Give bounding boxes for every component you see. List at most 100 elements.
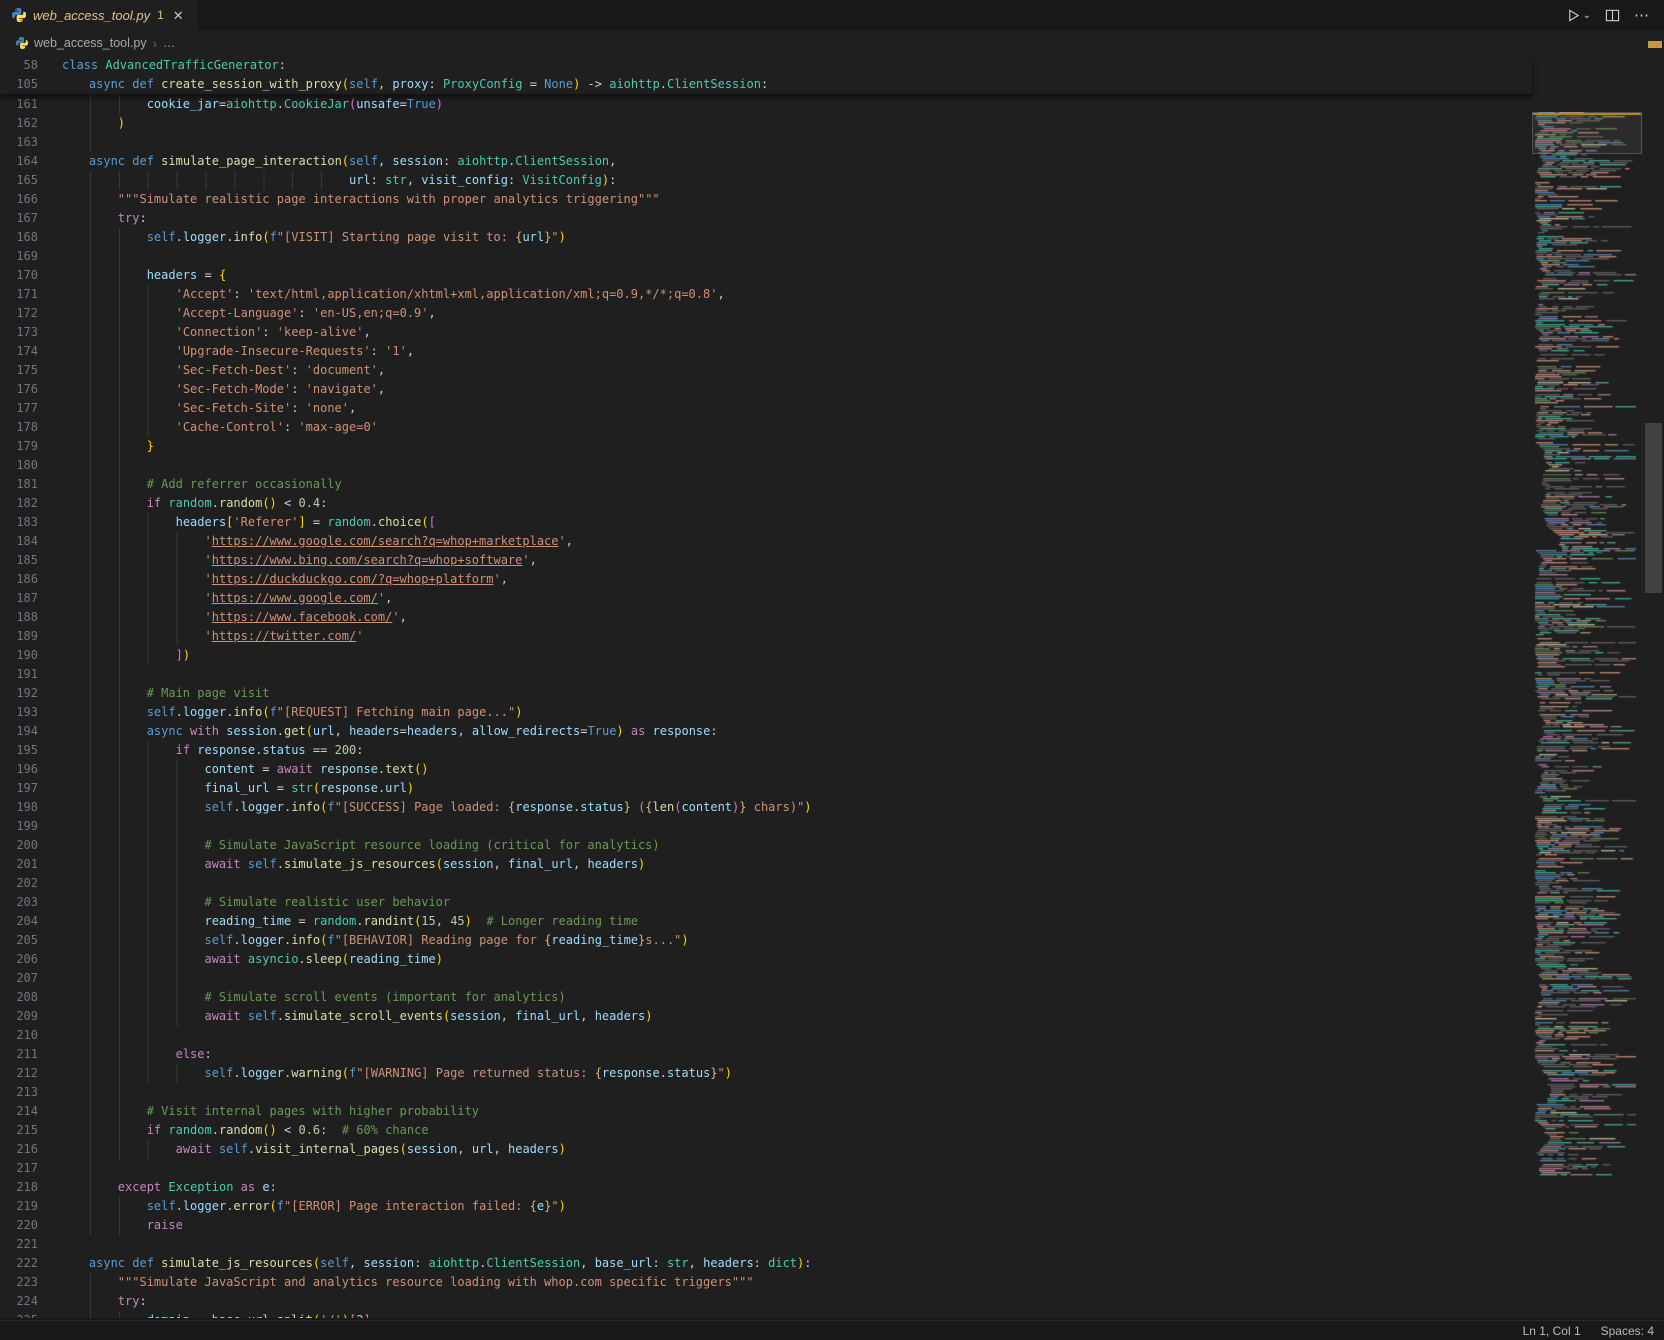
line-number[interactable]: 205	[0, 931, 38, 950]
line-number[interactable]: 187	[0, 589, 38, 608]
line-number[interactable]: 212	[0, 1064, 38, 1083]
code-line[interactable]: 105async def create_session_with_proxy(s…	[0, 75, 1532, 94]
line-number[interactable]: 191	[0, 665, 38, 684]
code-line[interactable]: 211else:	[0, 1045, 1532, 1064]
line-number[interactable]: 169	[0, 247, 38, 266]
line-number[interactable]: 202	[0, 874, 38, 893]
code-line[interactable]: 184'https://www.google.com/search?q=whop…	[0, 532, 1532, 551]
line-number[interactable]: 199	[0, 817, 38, 836]
line-number[interactable]: 181	[0, 475, 38, 494]
line-number[interactable]: 164	[0, 152, 38, 171]
line-number[interactable]: 203	[0, 893, 38, 912]
code-line[interactable]: 220raise	[0, 1216, 1532, 1235]
line-number[interactable]: 194	[0, 722, 38, 741]
line-number[interactable]: 217	[0, 1159, 38, 1178]
code-line[interactable]: 191	[0, 665, 1532, 684]
code-line[interactable]: 202	[0, 874, 1532, 893]
line-number[interactable]: 210	[0, 1026, 38, 1045]
line-number[interactable]: 186	[0, 570, 38, 589]
line-number[interactable]: 220	[0, 1216, 38, 1235]
code-line[interactable]: 221	[0, 1235, 1532, 1254]
line-number[interactable]: 172	[0, 304, 38, 323]
line-number[interactable]: 196	[0, 760, 38, 779]
code-line[interactable]: 219self.logger.error(f"[ERROR] Page inte…	[0, 1197, 1532, 1216]
code-line[interactable]: 161cookie_jar=aiohttp.CookieJar(unsafe=T…	[0, 95, 1532, 114]
line-number[interactable]: 188	[0, 608, 38, 627]
status-indentation[interactable]: Spaces: 4	[1601, 1324, 1654, 1338]
code-line[interactable]: 212self.logger.warning(f"[WARNING] Page …	[0, 1064, 1532, 1083]
code-line[interactable]: 213	[0, 1083, 1532, 1102]
code-line[interactable]: 210	[0, 1026, 1532, 1045]
code-line[interactable]: 222async def simulate_js_resources(self,…	[0, 1254, 1532, 1273]
minimap[interactable]	[1532, 112, 1642, 1298]
tab-web-access-tool[interactable]: web_access_tool.py 1 ✕	[0, 0, 197, 30]
code-line[interactable]: 190])	[0, 646, 1532, 665]
code-line[interactable]: 185'https://www.bing.com/search?q=whop+s…	[0, 551, 1532, 570]
code-line[interactable]: 223"""Simulate JavaScript and analytics …	[0, 1273, 1532, 1292]
code-line[interactable]: 204reading_time = random.randint(15, 45)…	[0, 912, 1532, 931]
code-line[interactable]: 192# Main page visit	[0, 684, 1532, 703]
code-line[interactable]: 164async def simulate_page_interaction(s…	[0, 152, 1532, 171]
line-number[interactable]: 214	[0, 1102, 38, 1121]
code-line[interactable]: 180	[0, 456, 1532, 475]
sticky-scroll[interactable]: 58class AdvancedTrafficGenerator:105asyn…	[0, 56, 1532, 95]
url-link[interactable]: https://www.google.com/search?q=whop+mar…	[212, 534, 559, 548]
code-line[interactable]: 182if random.random() < 0.4:	[0, 494, 1532, 513]
code-lines[interactable]: 161cookie_jar=aiohttp.CookieJar(unsafe=T…	[0, 95, 1532, 1320]
code-line[interactable]: 224try:	[0, 1292, 1532, 1311]
line-number[interactable]: 58	[0, 56, 38, 75]
line-number[interactable]: 201	[0, 855, 38, 874]
code-line[interactable]: 167try:	[0, 209, 1532, 228]
line-number[interactable]: 207	[0, 969, 38, 988]
line-number[interactable]: 200	[0, 836, 38, 855]
code-line[interactable]: 168self.logger.info(f"[VISIT] Starting p…	[0, 228, 1532, 247]
line-number[interactable]: 195	[0, 741, 38, 760]
line-number[interactable]: 223	[0, 1273, 38, 1292]
line-number[interactable]: 182	[0, 494, 38, 513]
code-line[interactable]: 179}	[0, 437, 1532, 456]
line-number[interactable]: 192	[0, 684, 38, 703]
code-line[interactable]: 215if random.random() < 0.6: # 60% chanc…	[0, 1121, 1532, 1140]
code-line[interactable]: 194async with session.get(url, headers=h…	[0, 722, 1532, 741]
code-line[interactable]: 203# Simulate realistic user behavior	[0, 893, 1532, 912]
url-link[interactable]: https://www.facebook.com/	[212, 610, 393, 624]
code-line[interactable]: 175'Sec-Fetch-Dest': 'document',	[0, 361, 1532, 380]
scrollbar-thumb[interactable]	[1645, 423, 1662, 593]
line-number[interactable]: 185	[0, 551, 38, 570]
vertical-scrollbar[interactable]	[1642, 30, 1664, 1320]
url-link[interactable]: https://twitter.com/	[212, 629, 357, 643]
code-line[interactable]: 217	[0, 1159, 1532, 1178]
tab-close-icon[interactable]: ✕	[173, 9, 184, 22]
split-editor-button[interactable]	[1605, 8, 1620, 23]
code-line[interactable]: 200# Simulate JavaScript resource loadin…	[0, 836, 1532, 855]
code-line[interactable]: 183headers['Referer'] = random.choice([	[0, 513, 1532, 532]
more-actions-button[interactable]: ⋯	[1634, 6, 1650, 24]
line-number[interactable]: 219	[0, 1197, 38, 1216]
code-line[interactable]: 187'https://www.google.com/',	[0, 589, 1532, 608]
line-number[interactable]: 176	[0, 380, 38, 399]
line-number[interactable]: 215	[0, 1121, 38, 1140]
code-line[interactable]: 201await self.simulate_js_resources(sess…	[0, 855, 1532, 874]
line-number[interactable]: 221	[0, 1235, 38, 1254]
line-number[interactable]: 216	[0, 1140, 38, 1159]
line-number[interactable]: 197	[0, 779, 38, 798]
line-number[interactable]: 189	[0, 627, 38, 646]
line-number[interactable]: 178	[0, 418, 38, 437]
breadcrumb-symbol-ellipsis[interactable]: …	[163, 36, 176, 50]
code-line[interactable]: 208# Simulate scroll events (important f…	[0, 988, 1532, 1007]
code-line[interactable]: 214# Visit internal pages with higher pr…	[0, 1102, 1532, 1121]
line-number[interactable]: 173	[0, 323, 38, 342]
code-line[interactable]: 199	[0, 817, 1532, 836]
line-number[interactable]: 224	[0, 1292, 38, 1311]
url-link[interactable]: https://www.bing.com/search?q=whop+softw…	[212, 553, 523, 567]
minimap-slider[interactable]	[1532, 112, 1642, 154]
code-line[interactable]: 206await asyncio.sleep(reading_time)	[0, 950, 1532, 969]
code-line[interactable]: 174'Upgrade-Insecure-Requests': '1',	[0, 342, 1532, 361]
line-number[interactable]: 163	[0, 133, 38, 152]
code-line[interactable]: 171'Accept': 'text/html,application/xhtm…	[0, 285, 1532, 304]
line-number[interactable]: 190	[0, 646, 38, 665]
code-line[interactable]: 186'https://duckduckgo.com/?q=whop+platf…	[0, 570, 1532, 589]
code-line[interactable]: 173'Connection': 'keep-alive',	[0, 323, 1532, 342]
code-line[interactable]: 218except Exception as e:	[0, 1178, 1532, 1197]
code-line[interactable]: 165url: str, visit_config: VisitConfig):	[0, 171, 1532, 190]
